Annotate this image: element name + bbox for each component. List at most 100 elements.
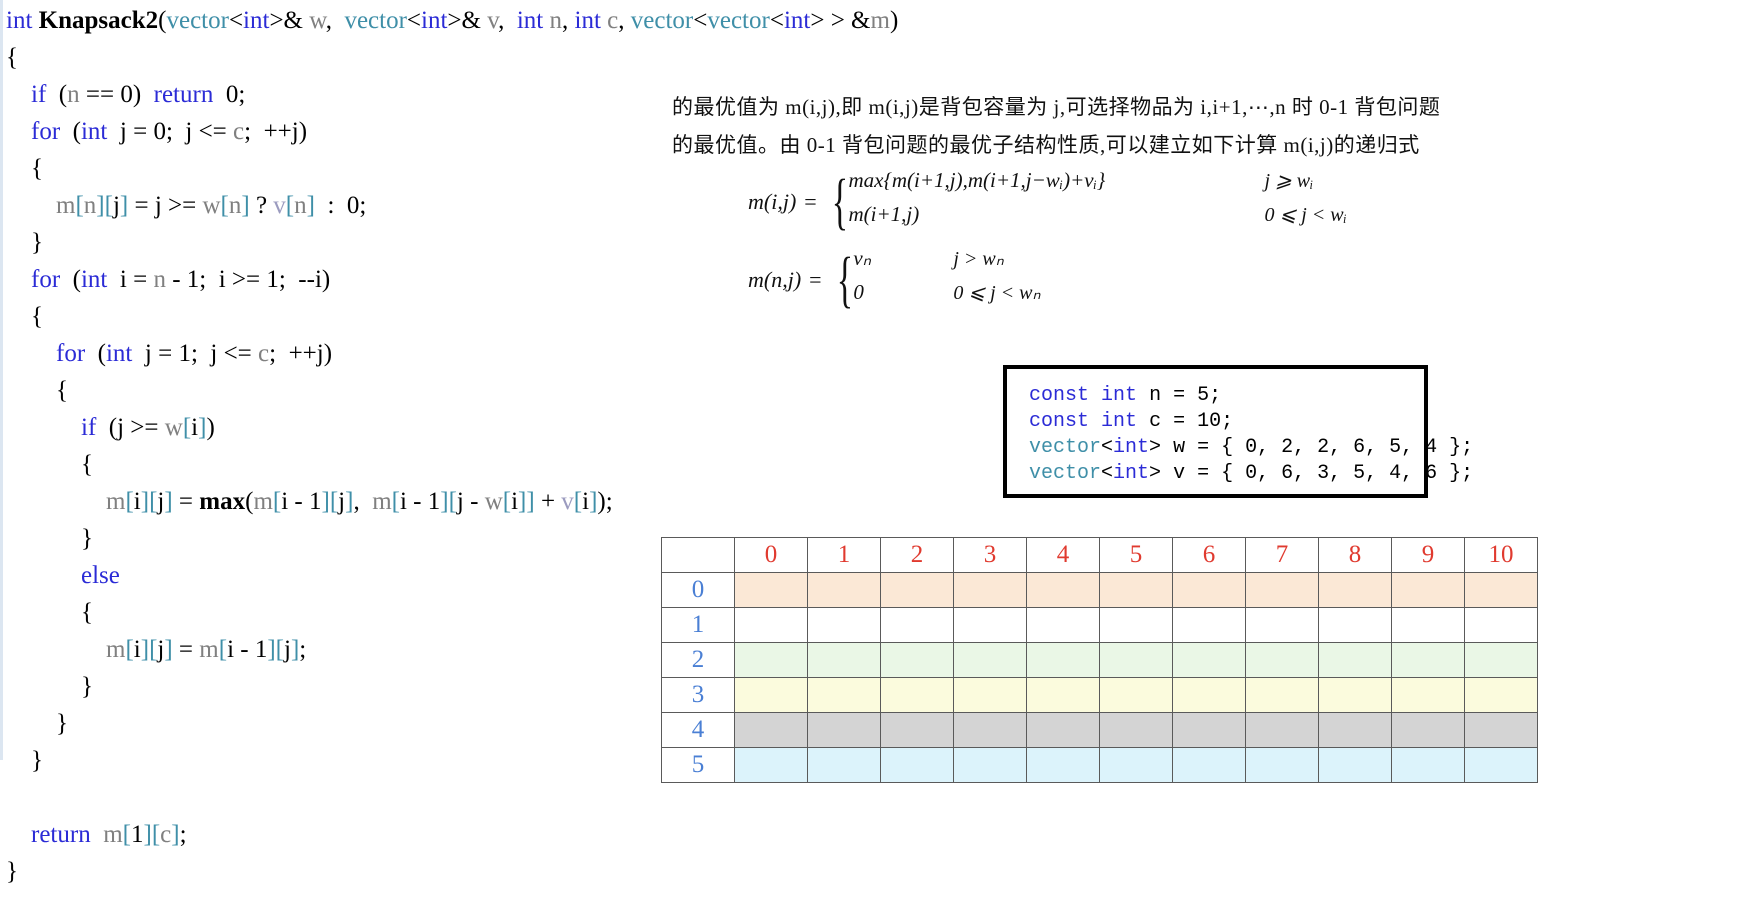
- dp-table-cell[interactable]: [1464, 747, 1538, 783]
- dp-table-cell[interactable]: [1099, 712, 1173, 748]
- dp-table-cell[interactable]: [1318, 642, 1392, 678]
- dp-table-cell[interactable]: [807, 677, 881, 713]
- code-token: ,: [353, 488, 373, 515]
- code-line: for (int j = 1; j <= c; ++j): [6, 335, 898, 372]
- dp-table-cell[interactable]: [1391, 642, 1465, 678]
- dp-table-cell[interactable]: [1099, 747, 1173, 783]
- dp-table-cell[interactable]: [807, 712, 881, 748]
- code-token: [: [391, 488, 400, 515]
- dp-table-cell[interactable]: [1318, 747, 1392, 783]
- dp-table-cell[interactable]: [734, 607, 808, 643]
- dp-table-row-header: 1: [661, 607, 735, 643]
- dp-table-cell[interactable]: [1172, 607, 1246, 643]
- dp-table-cell[interactable]: [1026, 642, 1100, 678]
- left-margin-rule: [0, 0, 3, 760]
- formula-case-condition: 0 ⩽ j < wₙ: [953, 282, 1041, 304]
- code-token: if: [31, 81, 47, 108]
- dp-table-cell[interactable]: [1026, 677, 1100, 713]
- dp-table-row-header: 0: [661, 572, 735, 608]
- dp-table-cell[interactable]: [1172, 747, 1246, 783]
- dp-table-cell[interactable]: [807, 747, 881, 783]
- dp-table-cell[interactable]: [1026, 712, 1100, 748]
- dp-table-cell[interactable]: [1245, 642, 1319, 678]
- dp-table-cell[interactable]: [1318, 712, 1392, 748]
- dp-table-cell[interactable]: [1391, 677, 1465, 713]
- dp-table-cell[interactable]: [734, 642, 808, 678]
- code-token: vector: [1029, 436, 1102, 459]
- code-token: (j >=: [96, 414, 165, 441]
- dp-table-cell[interactable]: [1318, 607, 1392, 643]
- code-token: -: [463, 488, 485, 515]
- code-token: (: [60, 266, 81, 293]
- code-token: -: [406, 488, 428, 515]
- code-token: const: [1029, 384, 1090, 407]
- dp-table-cell[interactable]: [1026, 747, 1100, 783]
- dp-table-cell[interactable]: [734, 572, 808, 608]
- dp-table-cell[interactable]: [880, 712, 954, 748]
- dp-table-cell[interactable]: [807, 642, 881, 678]
- formula-lhs: m(n,j): [748, 267, 802, 292]
- dp-table-cell[interactable]: [1391, 712, 1465, 748]
- code-token: 0: [346, 192, 360, 219]
- dp-table-cell[interactable]: [1391, 572, 1465, 608]
- dp-table-cell[interactable]: [1245, 677, 1319, 713]
- code-token: (: [85, 340, 106, 367]
- dp-table-cell[interactable]: [953, 572, 1027, 608]
- dp-table-cell[interactable]: [880, 607, 954, 643]
- dp-table-cell[interactable]: [1245, 747, 1319, 783]
- code-token: ]: [140, 636, 150, 663]
- dp-table-cell[interactable]: [807, 572, 881, 608]
- code-token: -: [165, 266, 187, 293]
- dp-table-cell[interactable]: [1318, 572, 1392, 608]
- dp-table-cell[interactable]: [1172, 572, 1246, 608]
- dp-table-cell[interactable]: [880, 572, 954, 608]
- dp-table-cell[interactable]: [807, 607, 881, 643]
- code-token: 1: [266, 266, 279, 293]
- dp-table-cell[interactable]: [953, 712, 1027, 748]
- dp-table-cell[interactable]: [1464, 642, 1538, 678]
- code-token: ]: [321, 488, 330, 515]
- dp-table-cell[interactable]: [953, 607, 1027, 643]
- dp-table-cell[interactable]: [880, 747, 954, 783]
- dp-table-cell[interactable]: [1172, 642, 1246, 678]
- dp-table-cell[interactable]: [1391, 607, 1465, 643]
- dp-table-cell[interactable]: [880, 677, 954, 713]
- dp-table-cell[interactable]: [1099, 572, 1173, 608]
- dp-table-cell[interactable]: [1391, 747, 1465, 783]
- dp-table-cell[interactable]: [734, 677, 808, 713]
- code-token: [: [218, 636, 228, 663]
- code-token: if: [81, 414, 97, 441]
- dp-table-cell[interactable]: [1026, 607, 1100, 643]
- formula-case-body: 0: [853, 280, 864, 304]
- dp-table-cell[interactable]: [1464, 572, 1538, 608]
- dp-table-cell[interactable]: [1464, 712, 1538, 748]
- dp-table-row: 1: [661, 607, 1538, 643]
- dp-table-cell[interactable]: [953, 642, 1027, 678]
- code-token: 1: [309, 488, 322, 515]
- dp-table-cell[interactable]: [1464, 607, 1538, 643]
- dp-table-cell[interactable]: [1245, 607, 1319, 643]
- dp-table-cell[interactable]: [953, 747, 1027, 783]
- dp-table-cell[interactable]: [1172, 712, 1246, 748]
- dp-table-cell[interactable]: [1172, 677, 1246, 713]
- dp-table-cell[interactable]: [880, 642, 954, 678]
- code-token: m: [870, 7, 890, 34]
- dp-table-cell[interactable]: [734, 747, 808, 783]
- dp-table-cell[interactable]: [1099, 677, 1173, 713]
- code-token: {: [6, 377, 68, 404]
- constants-code-box: const int n = 5; const int c = 10; vector<…: [1003, 365, 1473, 498]
- formula-equals-sign: =: [804, 189, 817, 214]
- dp-table-cell[interactable]: [1245, 572, 1319, 608]
- dp-table-cell[interactable]: [953, 677, 1027, 713]
- dp-table-cell[interactable]: [1099, 607, 1173, 643]
- dp-table-cell[interactable]: [1026, 572, 1100, 608]
- dp-table-cell[interactable]: [1245, 712, 1319, 748]
- dp-table-cell[interactable]: [1318, 677, 1392, 713]
- dp-table-cell[interactable]: [1099, 642, 1173, 678]
- code-line: {: [6, 39, 898, 76]
- dp-table-cell[interactable]: [734, 712, 808, 748]
- code-token: vector: [166, 7, 229, 34]
- dp-table-cell[interactable]: [1464, 677, 1538, 713]
